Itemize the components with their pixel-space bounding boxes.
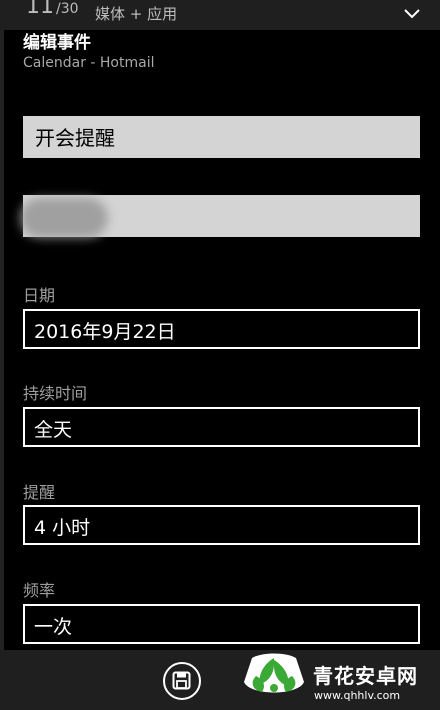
redaction-blur [20, 198, 108, 238]
duration-label: 持续时间 [23, 384, 88, 403]
date-label: 日期 [23, 286, 56, 305]
screen-edge [0, 0, 4, 710]
status-bar[interactable]: 11/30 媒体 + 应用 [0, 0, 440, 30]
date-picker[interactable]: 2016年9月22日 [23, 309, 420, 349]
frequency-picker[interactable]: 一次 [23, 604, 420, 644]
frequency-label: 频率 [23, 581, 56, 600]
status-date-day: 11 [26, 0, 54, 19]
watermark-name: 青花安卓网 [313, 664, 418, 688]
reminder-picker[interactable]: 4 小时 [23, 505, 420, 545]
duration-picker[interactable]: 全天 [23, 407, 420, 447]
status-date: 11/30 [26, 0, 79, 19]
save-button[interactable] [163, 662, 201, 700]
page-title: 编辑事件 [23, 33, 91, 53]
calendar-account: Calendar - Hotmail [23, 55, 155, 71]
leaf-logo-icon [244, 653, 304, 693]
subject-input[interactable]: 开会提醒 [23, 116, 420, 158]
status-date-rest: /30 [56, 1, 79, 17]
status-category: 媒体 + 应用 [95, 5, 178, 23]
save-icon [172, 671, 191, 690]
chevron-down-icon[interactable] [402, 4, 422, 24]
watermark-url: www.qhhlv.com [314, 689, 401, 702]
reminder-label: 提醒 [23, 483, 56, 502]
